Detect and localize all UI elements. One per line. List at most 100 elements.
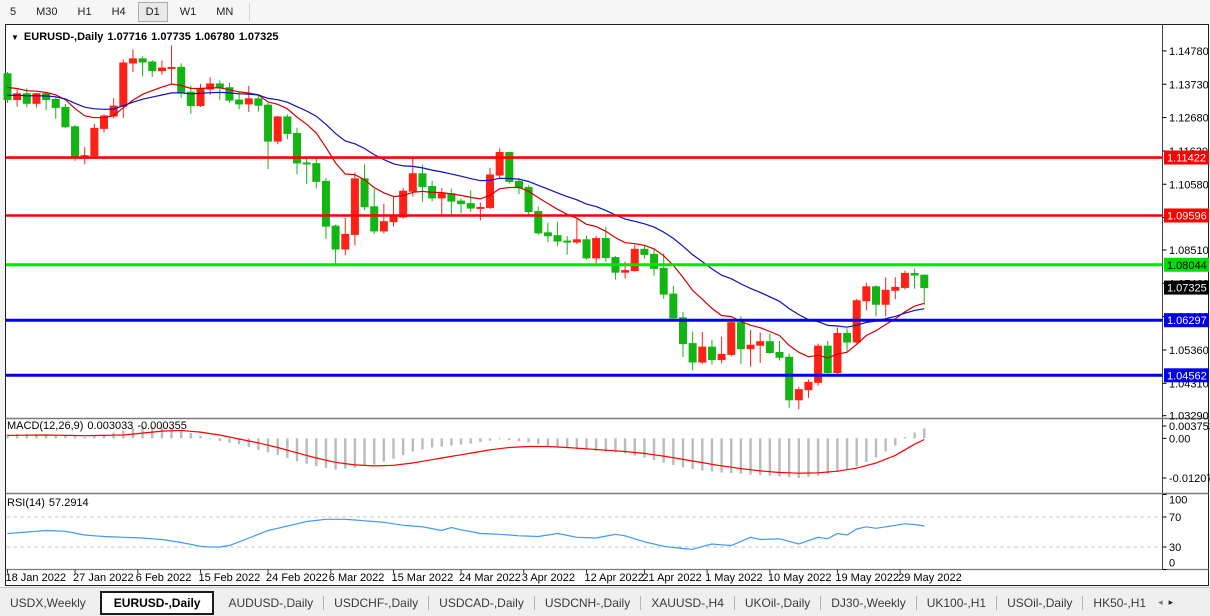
tab-eurusd-daily[interactable]: EURUSD-,Daily <box>100 591 215 615</box>
rsi-value: 57.2914 <box>49 497 89 509</box>
macd-bar <box>566 438 568 448</box>
macd-bar <box>450 438 452 445</box>
svg-text:-0.012075: -0.012075 <box>1169 473 1210 485</box>
rsi-indicator-label: RSI(14)57.2914 <box>7 497 93 509</box>
macd-bar <box>817 438 819 475</box>
svg-text:1.12680: 1.12680 <box>1169 113 1209 125</box>
svg-text:27 Jan 2022: 27 Jan 2022 <box>73 572 134 584</box>
chart-dropdown-icon[interactable]: ▼ <box>11 33 19 42</box>
macd-bar <box>894 438 896 445</box>
macd-bar <box>508 438 510 440</box>
svg-text:24 Feb 2022: 24 Feb 2022 <box>266 572 328 584</box>
macd-bar <box>730 438 732 473</box>
macd-bar <box>518 438 520 441</box>
svg-text:3 Apr 2022: 3 Apr 2022 <box>522 572 575 584</box>
macd-bar <box>489 438 491 440</box>
svg-text:1 May 2022: 1 May 2022 <box>705 572 762 584</box>
svg-text:1.07325: 1.07325 <box>1167 283 1207 295</box>
svg-text:0.00: 0.00 <box>1169 433 1190 445</box>
macd-bar <box>788 438 790 477</box>
macd-bar <box>923 428 925 438</box>
tab-usdchf-daily[interactable]: USDCHF-,Daily <box>324 592 428 614</box>
macd-bar <box>653 438 655 460</box>
svg-text:12 Apr 2022: 12 Apr 2022 <box>585 572 644 584</box>
svg-text:19 May 2022: 19 May 2022 <box>835 572 899 584</box>
chart-window-frame <box>6 25 1209 586</box>
macd-bar <box>392 438 394 458</box>
macd-bar <box>547 438 549 445</box>
macd-signal-value: -0.000355 <box>137 420 187 432</box>
price-badge-1.11422: 1.11422 <box>1164 151 1209 165</box>
macd-bar <box>199 436 201 439</box>
macd-bar <box>691 438 693 469</box>
macd-bar <box>605 438 607 451</box>
tab-usdcad-daily[interactable]: USDCAD-,Daily <box>429 592 534 614</box>
macd-bar <box>257 438 259 449</box>
tab-audusd-daily[interactable]: AUDUSD-,Daily <box>218 592 323 614</box>
chart-symbol-label: EURUSD-,Daily <box>24 31 103 43</box>
macd-bar <box>296 438 298 461</box>
tab-ukoil-daily[interactable]: UKOil-,Daily <box>735 592 820 614</box>
macd-bar <box>865 438 867 462</box>
price-badge-1.09596: 1.09596 <box>1164 208 1209 222</box>
macd-bar <box>470 438 472 443</box>
macd-bar <box>373 438 375 464</box>
macd-bar <box>663 438 665 462</box>
macd-bar <box>498 438 500 439</box>
tab-scroll-right-icon[interactable]: ▸ <box>1169 597 1174 608</box>
macd-bar <box>383 438 385 461</box>
tab-usdx-weekly[interactable]: USDX,Weekly <box>0 592 96 614</box>
macd-bar <box>74 436 76 438</box>
tab-usdcnh-daily[interactable]: USDCNH-,Daily <box>535 592 640 614</box>
macd-bar <box>711 438 713 471</box>
svg-text:6 Feb 2022: 6 Feb 2022 <box>136 572 192 584</box>
macd-bar <box>93 436 95 438</box>
svg-text:1.13730: 1.13730 <box>1169 79 1209 91</box>
macd-bar <box>421 438 423 449</box>
macd-bar <box>84 437 86 438</box>
macd-bar <box>228 438 230 442</box>
macd-bar <box>354 438 356 467</box>
symbol-tabbar: USDX,WeeklyEURUSD-,DailyAUDUSD-,DailyUSD… <box>0 587 1210 616</box>
svg-text:1.10580: 1.10580 <box>1169 179 1209 191</box>
macd-bar <box>527 438 529 442</box>
macd-bar <box>778 438 780 476</box>
macd-name: MACD(12,26,9) <box>7 420 83 432</box>
macd-bar <box>209 438 211 439</box>
macd-bar <box>556 438 558 447</box>
macd-bar <box>904 437 906 438</box>
macd-bar <box>875 438 877 457</box>
chart-window[interactable]: 1.147801.137301.126801.116301.105801.095… <box>0 0 1210 616</box>
tab-uk100-h1[interactable]: UK100-,H1 <box>917 592 996 614</box>
tab-xauusd-h4[interactable]: XAUUSD-,H4 <box>641 592 734 614</box>
macd-main-value: 0.003033 <box>87 420 133 432</box>
svg-text:70: 70 <box>1169 512 1181 524</box>
macd-bar <box>537 438 539 444</box>
svg-text:1.08044: 1.08044 <box>1167 260 1207 272</box>
svg-text:1.14780: 1.14780 <box>1169 46 1209 58</box>
price-badge-1.04562: 1.04562 <box>1164 368 1209 382</box>
macd-bar <box>277 438 279 454</box>
macd-bar <box>190 433 192 438</box>
svg-text:15 Feb 2022: 15 Feb 2022 <box>199 572 261 584</box>
tab-hk50-h1[interactable]: HK50-,H1 <box>1083 592 1156 614</box>
svg-text:1.08510: 1.08510 <box>1169 245 1209 257</box>
macd-bar <box>431 438 433 447</box>
ohlc-open: 1.07716 <box>107 31 147 43</box>
macd-bar <box>682 438 684 467</box>
macd-bar <box>315 438 317 466</box>
tab-scroll-left-icon[interactable]: ◂ <box>1158 597 1163 608</box>
svg-text:1.11422: 1.11422 <box>1167 153 1206 165</box>
svg-text:1.05360: 1.05360 <box>1169 345 1209 357</box>
svg-text:10 May 2022: 10 May 2022 <box>768 572 832 584</box>
macd-bar <box>672 438 674 465</box>
macd-bar <box>827 438 829 473</box>
svg-text:0.003753: 0.003753 <box>1169 421 1210 433</box>
tab-usoil-daily[interactable]: USOil-,Daily <box>997 592 1082 614</box>
price-badge-1.08044: 1.08044 <box>1164 258 1209 272</box>
date-axis: 18 Jan 202227 Jan 20226 Feb 202215 Feb 2… <box>6 570 962 585</box>
svg-text:21 Apr 2022: 21 Apr 2022 <box>642 572 701 584</box>
macd-bar <box>26 434 28 439</box>
macd-bar <box>856 438 858 466</box>
tab-dj30-weekly[interactable]: DJ30-,Weekly <box>821 592 915 614</box>
